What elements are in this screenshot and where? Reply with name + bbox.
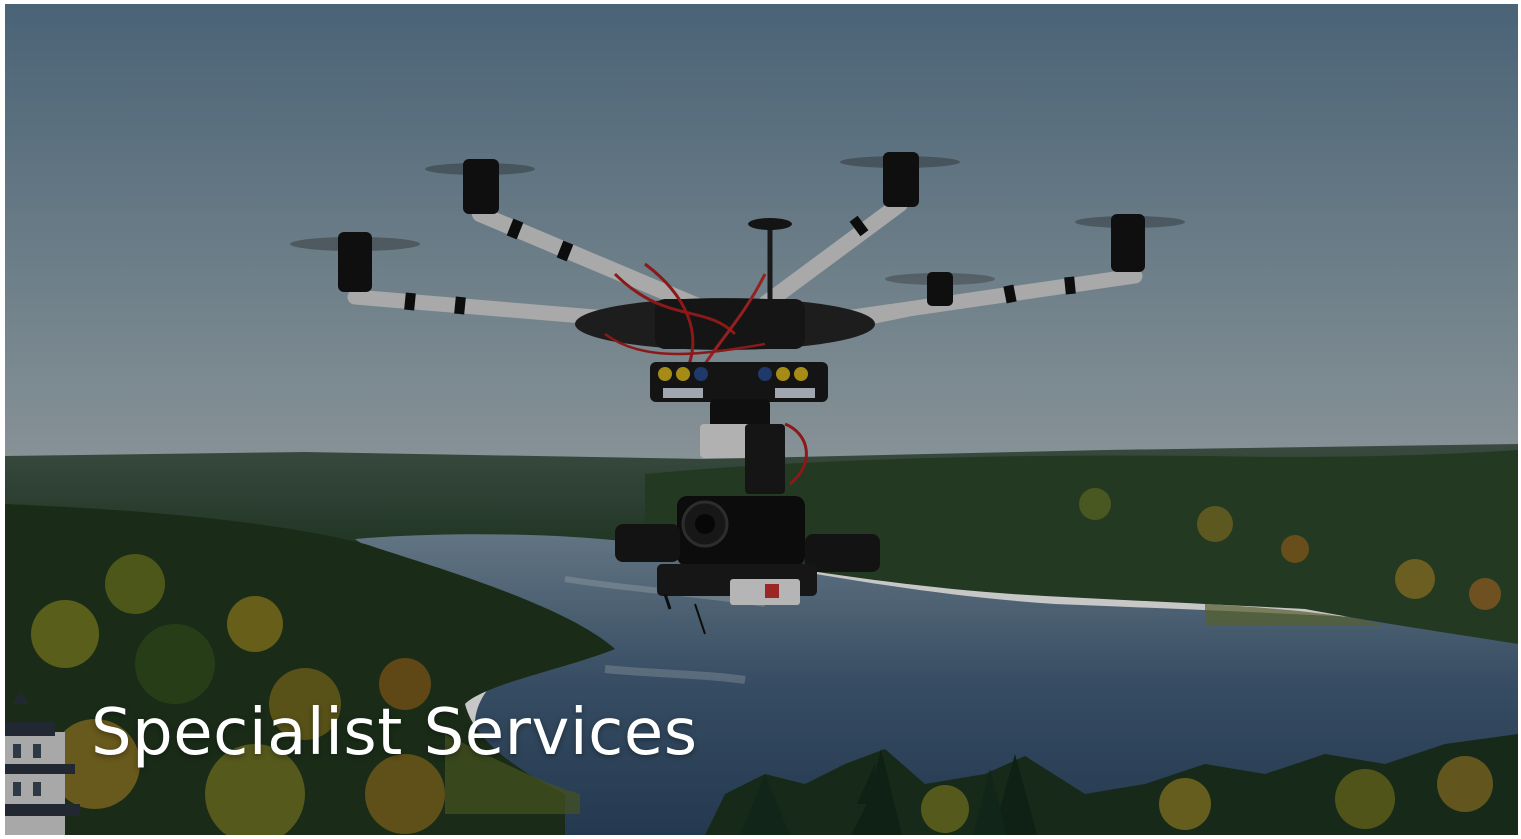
- hero-banner: Specialist Services: [5, 4, 1518, 835]
- hero-title: Specialist Services: [91, 696, 698, 770]
